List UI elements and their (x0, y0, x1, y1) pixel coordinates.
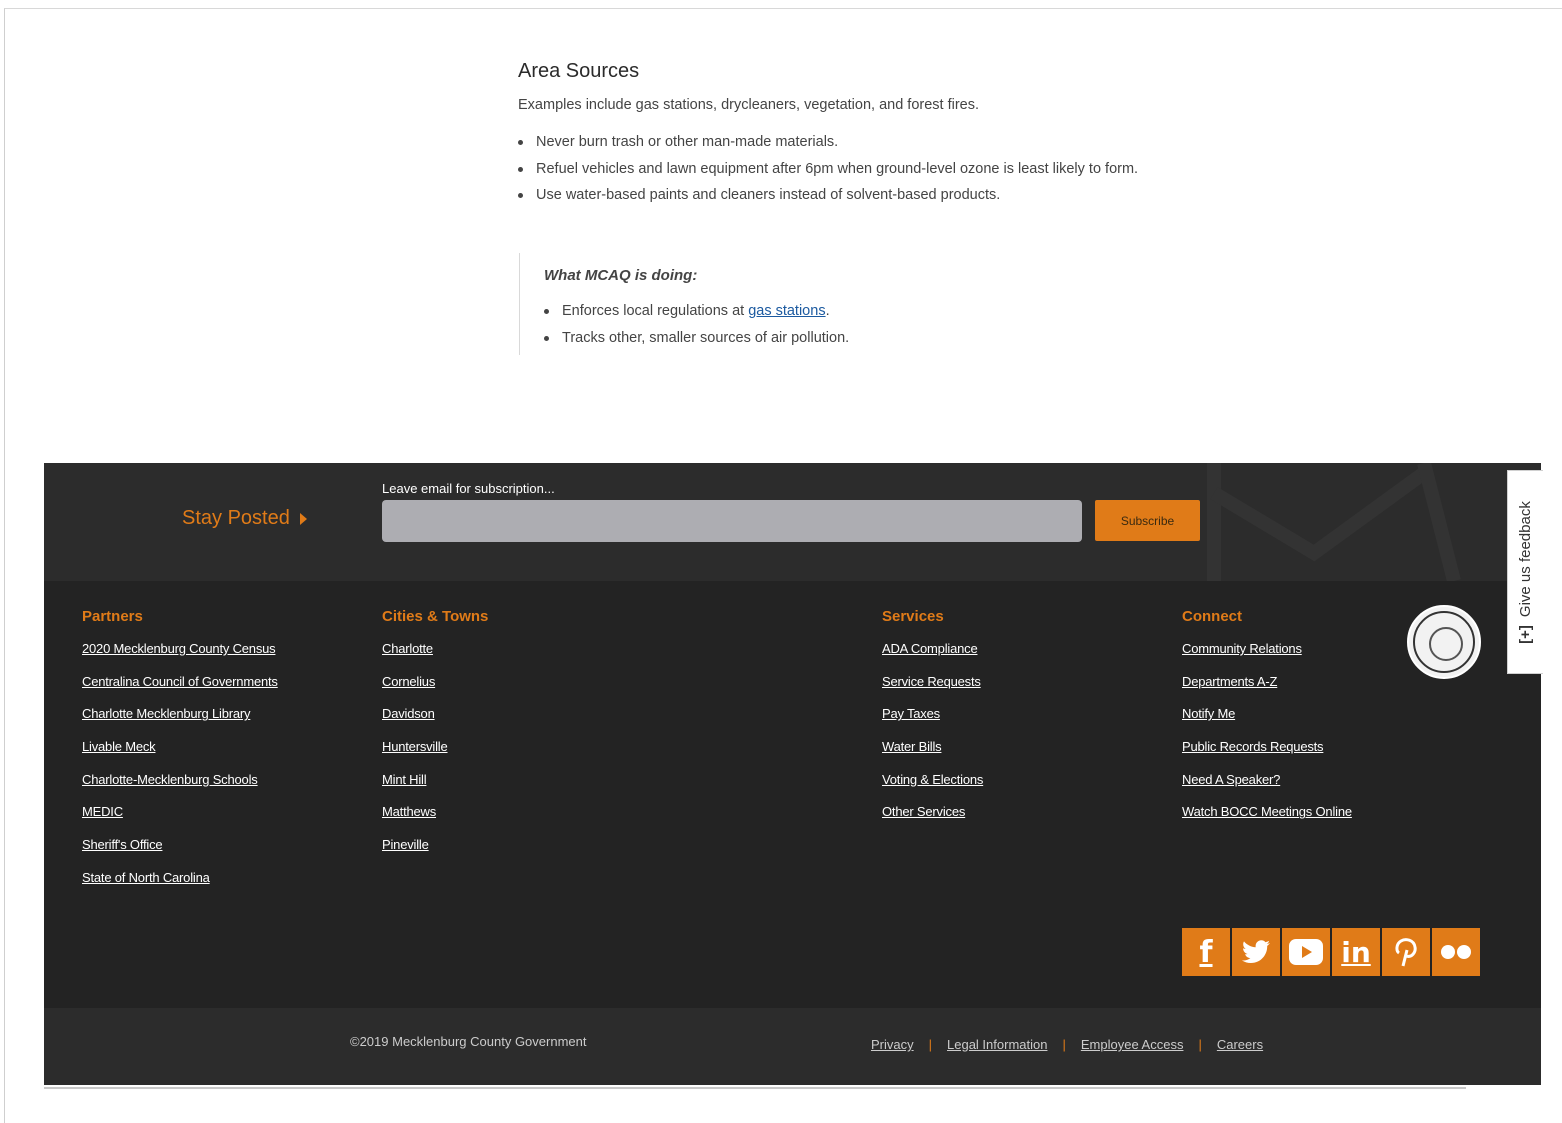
cities-heading: Cities & Towns (382, 608, 489, 625)
list-item: Never burn trash or other man-made mater… (518, 129, 1278, 156)
footer-bottom-bar: ©2019 Mecklenburg County Government Priv… (44, 1008, 1541, 1085)
city-link[interactable]: Huntersville (382, 739, 488, 754)
mcaq-callout: What MCAQ is doing: Enforces local regul… (519, 253, 1019, 355)
city-link[interactable]: Pineville (382, 837, 488, 852)
service-link[interactable]: Other Services (882, 804, 983, 819)
partners-column: Partners 2020 Mecklenburg County Census … (82, 608, 278, 903)
privacy-link[interactable]: Privacy (871, 1037, 914, 1052)
section-title: Area Sources (518, 60, 640, 82)
site-footer: Stay Posted Leave email for subscription… (44, 463, 1541, 1085)
stay-posted-label: Stay Posted (182, 507, 290, 529)
city-link[interactable]: Matthews (382, 804, 488, 819)
list-item: Use water-based paints and cleaners inst… (518, 182, 1278, 209)
connect-link[interactable]: Need A Speaker? (1182, 772, 1352, 787)
list-item: Tracks other, smaller sources of air pol… (544, 325, 1019, 352)
subscribe-button[interactable]: Subscribe (1095, 500, 1200, 541)
stay-posted-heading: Stay Posted (182, 507, 307, 530)
feedback-tab[interactable]: [+] Give us feedback (1507, 470, 1543, 674)
gas-stations-link[interactable]: gas stations (748, 303, 825, 319)
careers-link[interactable]: Careers (1217, 1037, 1263, 1052)
callout-text: . (825, 303, 830, 319)
connect-heading: Connect (1182, 608, 1242, 625)
list-item: Refuel vehicles and lawn equipment after… (518, 156, 1278, 183)
connect-column: Connect Community Relations Departments … (1182, 608, 1352, 837)
cities-column: Cities & Towns Charlotte Cornelius David… (382, 608, 488, 870)
legal-links: Privacy | Legal Information | Employee A… (871, 1037, 1263, 1052)
feedback-label: Give us feedback (1517, 500, 1534, 617)
subscribe-bar: Stay Posted Leave email for subscription… (44, 463, 1541, 581)
section-intro: Examples include gas stations, drycleane… (518, 97, 980, 113)
connect-link[interactable]: Watch BOCC Meetings Online (1182, 804, 1352, 819)
city-link[interactable]: Davidson (382, 706, 488, 721)
partner-link[interactable]: Charlotte-Mecklenburg Schools (82, 772, 278, 787)
separator: | (1062, 1037, 1066, 1052)
service-link[interactable]: Service Requests (882, 674, 983, 689)
connect-link[interactable]: Notify Me (1182, 706, 1352, 721)
employee-access-link[interactable]: Employee Access (1081, 1037, 1184, 1052)
service-link[interactable]: Pay Taxes (882, 706, 983, 721)
email-label: Leave email for subscription... (382, 481, 555, 496)
seal-icon (1413, 611, 1475, 673)
connect-link[interactable]: Community Relations (1182, 641, 1352, 656)
list-item: Enforces local regulations at gas statio… (544, 298, 1019, 325)
flickr-icon[interactable] (1432, 928, 1480, 976)
partner-link[interactable]: Livable Meck (82, 739, 278, 754)
linkedin-icon[interactable]: in (1332, 928, 1380, 976)
callout-list: Enforces local regulations at gas statio… (544, 298, 1019, 351)
service-link[interactable]: Voting & Elections (882, 772, 983, 787)
separator: | (1198, 1037, 1202, 1052)
pinterest-icon[interactable] (1382, 928, 1430, 976)
partner-link[interactable]: Centralina Council of Governments (82, 674, 278, 689)
area-sources-section: Area Sources Examples include gas statio… (518, 60, 1278, 209)
partner-link[interactable]: Charlotte Mecklenburg Library (82, 706, 278, 721)
envelope-decoration-icon (1207, 463, 1461, 581)
legal-information-link[interactable]: Legal Information (947, 1037, 1047, 1052)
separator: | (928, 1037, 933, 1052)
partners-heading: Partners (82, 608, 143, 625)
partner-link[interactable]: MEDIC (82, 804, 278, 819)
services-column: Services ADA Compliance Service Requests… (882, 608, 983, 837)
services-heading: Services (882, 608, 944, 625)
callout-title: What MCAQ is doing: (544, 267, 698, 284)
connect-link[interactable]: Public Records Requests (1182, 739, 1352, 754)
copyright-text: ©2019 Mecklenburg County Government (350, 1034, 587, 1049)
city-link[interactable]: Charlotte (382, 641, 488, 656)
social-links: f in (1182, 928, 1480, 976)
city-link[interactable]: Cornelius (382, 674, 488, 689)
feedback-label-group: [+] Give us feedback (1517, 501, 1534, 644)
service-link[interactable]: ADA Compliance (882, 641, 983, 656)
service-link[interactable]: Water Bills (882, 739, 983, 754)
partner-link[interactable]: Sheriff's Office (82, 837, 278, 852)
city-link[interactable]: Mint Hill (382, 772, 488, 787)
connect-link[interactable]: Departments A-Z (1182, 674, 1352, 689)
county-seal-logo (1407, 605, 1481, 679)
facebook-icon[interactable]: f (1182, 928, 1230, 976)
plus-box-icon: [+] (1517, 624, 1534, 644)
page-bottom-divider (44, 1087, 1466, 1089)
youtube-icon[interactable] (1282, 928, 1330, 976)
partner-link[interactable]: 2020 Mecklenburg County Census (82, 641, 278, 656)
callout-text: Enforces local regulations at (562, 303, 749, 319)
arrow-right-icon (299, 512, 307, 525)
partner-link[interactable]: State of North Carolina (82, 870, 278, 885)
twitter-icon[interactable] (1232, 928, 1280, 976)
tips-list: Never burn trash or other man-made mater… (518, 129, 1278, 209)
email-input[interactable] (382, 500, 1082, 542)
